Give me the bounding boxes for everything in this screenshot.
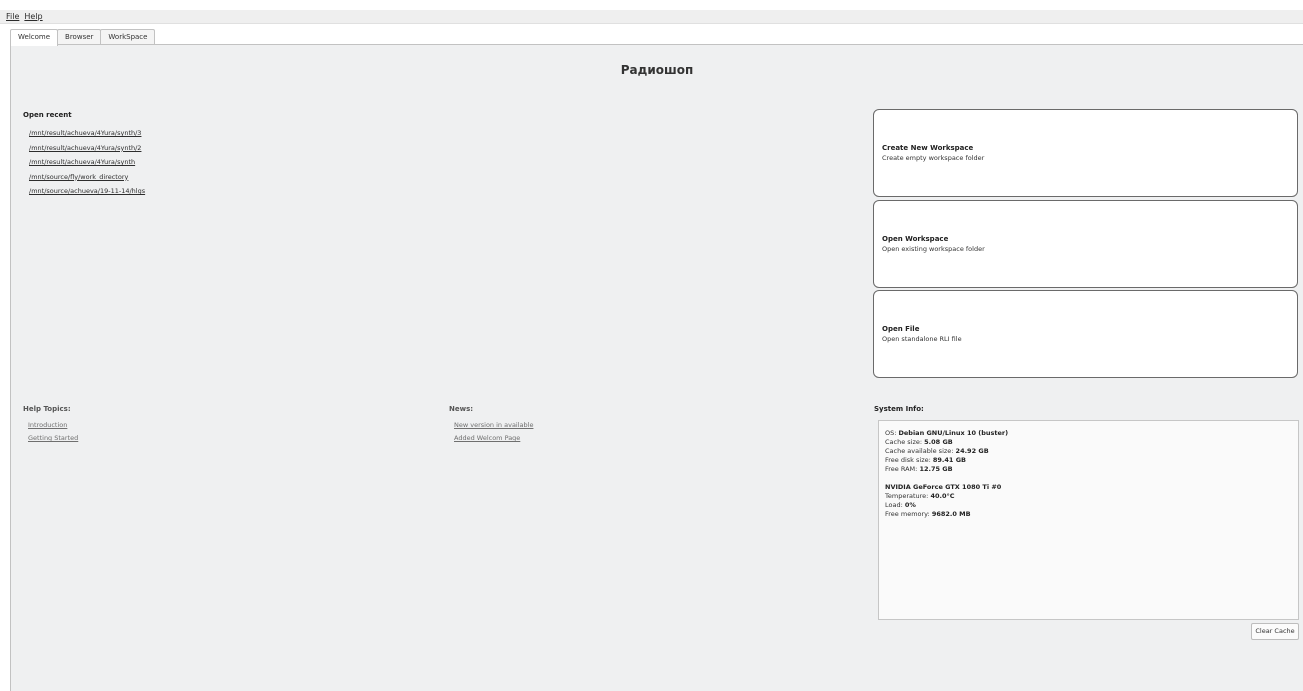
help-topics-heading: Help Topics: <box>23 405 71 413</box>
menu-help[interactable]: Help <box>24 12 42 21</box>
recent-item[interactable]: /mnt/source/fly/work_directory <box>29 170 145 185</box>
sys-gpu-name: NVIDIA GeForce GTX 1080 Ti #0 <box>885 483 1002 491</box>
tab-workspace[interactable]: WorkSpace <box>100 29 156 45</box>
recent-item[interactable]: /mnt/source/achueva/19-11-14/hlgs <box>29 184 145 199</box>
sys-os-row: OS: Debian GNU/Linux 10 (buster) <box>885 429 1292 438</box>
open-recent-heading: Open recent <box>23 111 72 119</box>
sys-mem-value: 9682.0 MB <box>931 510 971 518</box>
recent-list: /mnt/result/achueva/4Yura/synth/3 /mnt/r… <box>29 126 145 199</box>
menu-bar: File Help <box>0 10 1303 24</box>
news-link[interactable]: Added Welcom Page <box>454 432 533 445</box>
sys-os-label: OS: <box>885 429 899 437</box>
open-file-title: Open File <box>882 325 920 333</box>
sys-cache-avail-label: Cache available size: <box>885 447 956 455</box>
sys-cache-label: Cache size: <box>885 438 925 446</box>
open-file-button[interactable]: Open File Open standalone RLI file <box>873 290 1298 378</box>
news-list: New version in available Added Welcom Pa… <box>454 419 533 445</box>
sys-mem-row: Free memory: 9682.0 MB <box>885 510 1292 519</box>
open-workspace-button[interactable]: Open Workspace Open existing workspace f… <box>873 200 1298 288</box>
sys-temp-label: Temperature: <box>885 492 931 500</box>
sys-load-label: Load: <box>885 501 905 509</box>
open-workspace-subtitle: Open existing workspace folder <box>882 245 985 253</box>
help-link-introduction[interactable]: Introduction <box>28 419 78 432</box>
recent-item[interactable]: /mnt/result/achueva/4Yura/synth/3 <box>29 126 145 141</box>
sys-cache-avail-row: Cache available size: 24.92 GB <box>885 447 1292 456</box>
clear-cache-button[interactable]: Clear Cache <box>1251 623 1299 640</box>
system-info-heading: System Info: <box>874 405 924 413</box>
sys-temp-value: 40.0°C <box>930 492 955 500</box>
recent-item[interactable]: /mnt/result/achueva/4Yura/synth/2 <box>29 141 145 156</box>
sys-cache-value: 5.08 GB <box>924 438 953 446</box>
menu-help-label[interactable]: Help <box>24 12 42 21</box>
sys-load-row: Load: 0% <box>885 501 1292 510</box>
sys-disk-value: 89.41 GB <box>932 456 966 464</box>
sys-cache-row: Cache size: 5.08 GB <box>885 438 1292 447</box>
menu-file-label[interactable]: File <box>6 12 19 21</box>
news-heading: News: <box>449 405 474 413</box>
sys-disk-label: Free disk size: <box>885 456 933 464</box>
sys-ram-label: Free RAM: <box>885 465 920 473</box>
sys-os-value: Debian GNU/Linux 10 (buster) <box>898 429 1009 437</box>
welcome-pane: Радиошоп Open recent /mnt/result/achueva… <box>10 44 1303 691</box>
sys-cache-avail-value: 24.92 GB <box>955 447 989 455</box>
sys-ram-row: Free RAM: 12.75 GB <box>885 465 1292 474</box>
system-info-panel: OS: Debian GNU/Linux 10 (buster) Cache s… <box>878 420 1299 620</box>
news-link[interactable]: New version in available <box>454 419 533 432</box>
recent-item[interactable]: /mnt/result/achueva/4Yura/synth <box>29 155 145 170</box>
help-topics-list: Introduction Getting Started <box>28 419 78 445</box>
tab-bar: Welcome Browser WorkSpace <box>10 29 156 46</box>
sys-mem-label: Free memory: <box>885 510 932 518</box>
sys-ram-value: 12.75 GB <box>919 465 953 473</box>
tab-browser[interactable]: Browser <box>57 29 102 45</box>
sys-gpu-row: NVIDIA GeForce GTX 1080 Ti #0 <box>885 483 1292 492</box>
sys-spacer <box>885 474 1292 483</box>
menu-file[interactable]: File <box>6 12 19 21</box>
sys-load-value: 0% <box>904 501 916 509</box>
page-title: Радиошоп <box>620 63 694 77</box>
sys-disk-row: Free disk size: 89.41 GB <box>885 456 1292 465</box>
help-link-getting-started[interactable]: Getting Started <box>28 432 78 445</box>
create-workspace-subtitle: Create empty workspace folder <box>882 154 985 162</box>
create-workspace-button[interactable]: Create New Workspace Create empty worksp… <box>873 109 1298 197</box>
create-workspace-title: Create New Workspace <box>882 144 974 152</box>
open-file-subtitle: Open standalone RLI file <box>882 335 962 343</box>
tab-welcome[interactable]: Welcome <box>10 29 59 46</box>
sys-temp-row: Temperature: 40.0°C <box>885 492 1292 501</box>
open-workspace-title: Open Workspace <box>882 235 949 243</box>
